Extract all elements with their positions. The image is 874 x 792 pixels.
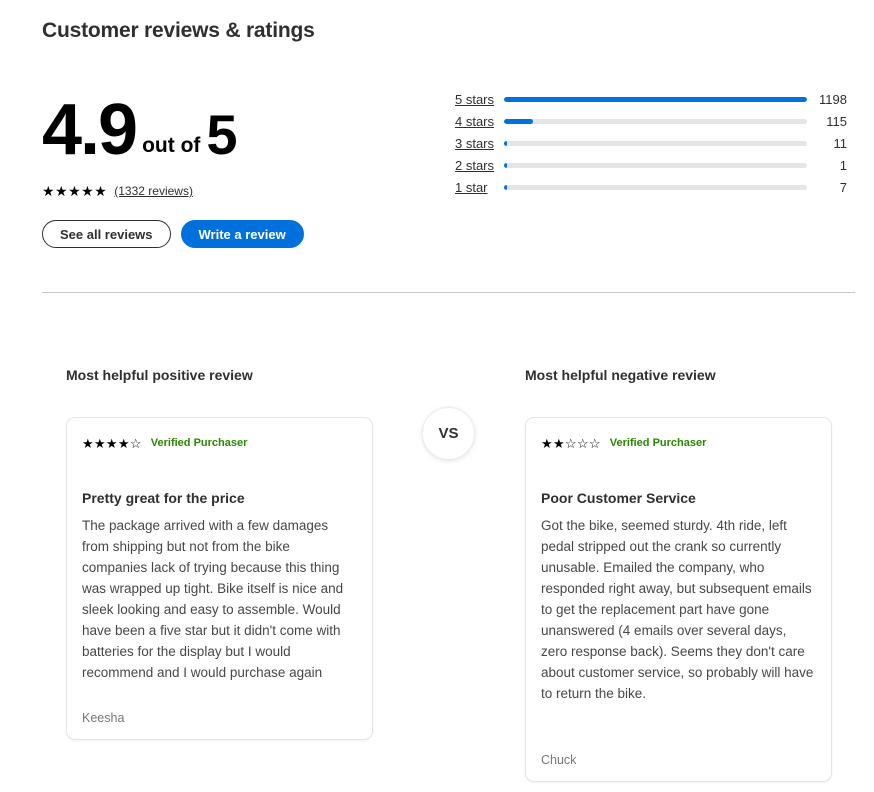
- overall-stars-line: ★★★★★ (1332 reviews): [42, 184, 412, 198]
- histogram-track: [504, 184, 807, 190]
- summary-actions: See all reviews Write a review: [42, 220, 412, 248]
- histogram-row-label[interactable]: 4 stars: [455, 114, 503, 129]
- histogram-row-label[interactable]: 3 stars: [455, 136, 503, 151]
- histogram-fill: [504, 140, 507, 146]
- histogram-row-count: 115: [826, 113, 847, 129]
- positive-card-header: ★★★★☆ Verified Purchaser: [82, 436, 357, 450]
- histogram-fill: [504, 118, 534, 124]
- histogram-fill: [504, 162, 507, 168]
- histogram-row-count: 7: [839, 179, 847, 195]
- histogram-row: 3 stars 11: [455, 132, 847, 154]
- histogram-row: 2 stars 1: [455, 154, 847, 176]
- star-rating-icon: ★★★★☆: [82, 435, 142, 451]
- histogram-track: [504, 162, 807, 168]
- histogram-row: 1 star 7: [455, 176, 847, 198]
- star-rating-icon: ★★★★★: [42, 183, 108, 199]
- vs-badge: VS: [422, 407, 475, 460]
- negative-card-header: ★★☆☆☆ Verified Purchaser: [541, 436, 816, 450]
- negative-review-heading: Most helpful negative review: [525, 367, 716, 383]
- histogram-fill: [504, 184, 507, 190]
- max-score: 5: [206, 103, 237, 166]
- histogram-row-count: 11: [833, 135, 848, 151]
- histogram-track: [504, 118, 807, 124]
- histogram-track: [504, 140, 807, 146]
- rating-histogram: 5 stars 1198 4 stars 115 3 stars 11 2 stars 1 1 …: [455, 88, 847, 198]
- histogram-row: 4 stars 115: [455, 110, 847, 132]
- out-of-label: out of: [142, 134, 201, 157]
- rating-summary: 4.9 out of 5 ★★★★★ (1332 reviews) See al…: [42, 90, 412, 248]
- histogram-row-label[interactable]: 1 star: [455, 180, 503, 195]
- positive-review-heading: Most helpful positive review: [66, 367, 253, 383]
- positive-review-body: The package arrived with a few damages f…: [82, 518, 344, 680]
- page-title: Customer reviews & ratings: [42, 19, 315, 42]
- verified-purchaser-badge: Verified Purchaser: [150, 437, 248, 449]
- histogram-fill: [504, 96, 807, 102]
- histogram-row-label[interactable]: 2 stars: [455, 158, 503, 173]
- negative-review-card[interactable]: ★★☆☆☆ Verified Purchaser Poor Customer S…: [525, 417, 832, 782]
- average-score: 4.9: [42, 90, 138, 170]
- histogram-row-label[interactable]: 5 stars: [455, 92, 503, 107]
- see-all-reviews-button[interactable]: See all reviews: [42, 220, 171, 248]
- negative-review-title: Poor Customer Service: [541, 490, 696, 506]
- reviews-count-link[interactable]: (1332 reviews): [114, 184, 193, 198]
- histogram-row: 5 stars 1198: [455, 88, 847, 110]
- positive-review-title: Pretty great for the price: [82, 490, 245, 506]
- negative-review-body: Got the bike, seemed sturdy. 4th ride, l…: [541, 518, 814, 701]
- positive-review-author: Keesha: [82, 711, 125, 725]
- section-divider: [42, 292, 855, 293]
- positive-review-card[interactable]: ★★★★☆ Verified Purchaser Pretty great fo…: [66, 417, 373, 740]
- histogram-row-count: 1: [839, 157, 847, 173]
- negative-review-author: Chuck: [541, 753, 577, 767]
- histogram-row-count: 1198: [819, 91, 847, 107]
- verified-purchaser-badge: Verified Purchaser: [609, 437, 707, 449]
- star-rating-icon: ★★☆☆☆: [541, 435, 601, 451]
- score-row: 4.9 out of 5: [42, 90, 412, 170]
- histogram-track: [504, 96, 807, 102]
- write-a-review-button[interactable]: Write a review: [180, 220, 304, 248]
